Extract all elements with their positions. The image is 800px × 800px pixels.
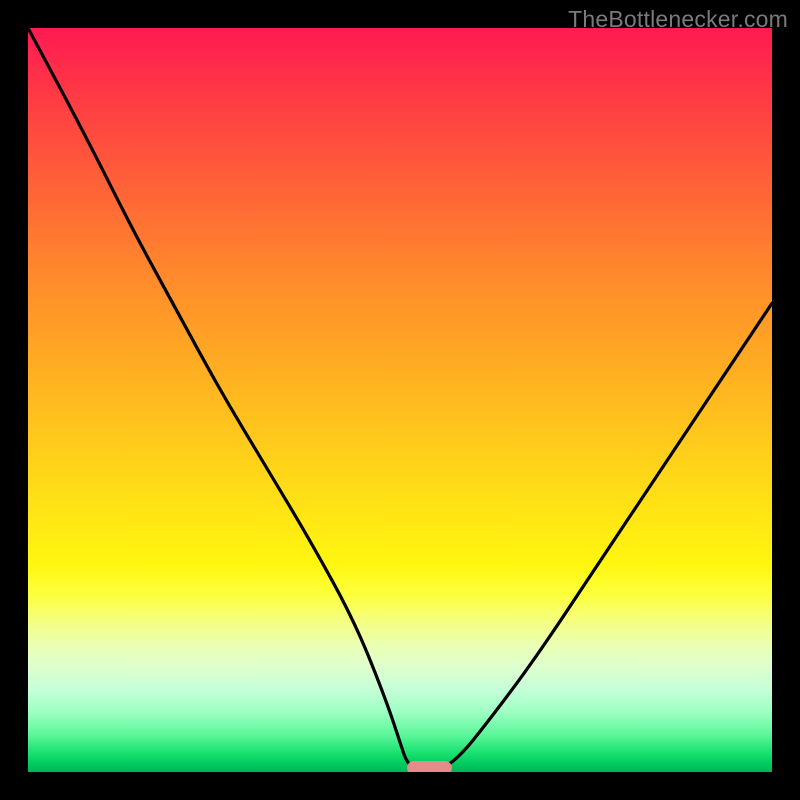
bottleneck-curve [28,28,772,772]
watermark-text: TheBottlenecker.com [568,6,788,33]
chart-frame: TheBottlenecker.com [0,0,800,800]
plot-area [28,28,772,772]
optimal-range-marker [407,761,452,772]
